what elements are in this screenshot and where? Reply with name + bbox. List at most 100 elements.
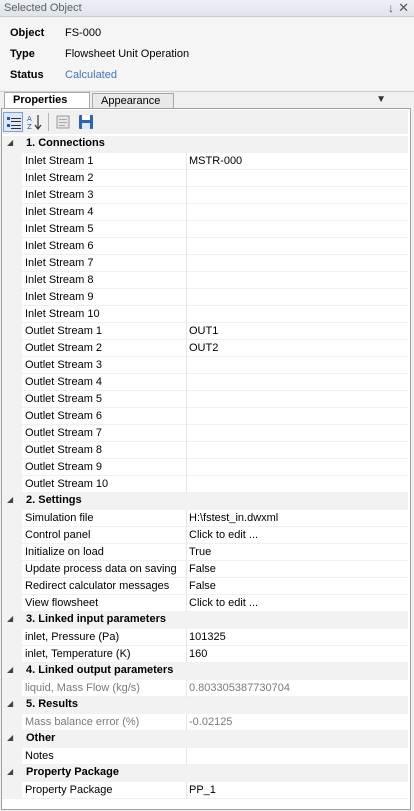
- collapse-icon[interactable]: ◢: [7, 614, 13, 623]
- property-row-inlet-stream-3[interactable]: Inlet Stream 3: [2, 187, 408, 204]
- column-divider[interactable]: [186, 153, 187, 170]
- column-divider[interactable]: [186, 629, 187, 646]
- category-4-linked-output-parameters[interactable]: ◢ 4. Linked output parameters: [2, 663, 408, 680]
- property-row-inlet-stream-5[interactable]: Inlet Stream 5: [2, 221, 408, 238]
- property-row-inlet-stream-2[interactable]: Inlet Stream 2: [2, 170, 408, 187]
- collapse-icon[interactable]: ◢: [7, 733, 13, 742]
- column-divider[interactable]: [186, 748, 187, 765]
- alphabetical-button[interactable]: A Z: [25, 112, 45, 132]
- column-divider[interactable]: [186, 425, 187, 442]
- property-row-outlet-stream-6[interactable]: Outlet Stream 6: [2, 408, 408, 425]
- property-row-outlet-stream-8[interactable]: Outlet Stream 8: [2, 442, 408, 459]
- property-row-mass-balance-error[interactable]: Mass balance error (%) -0.02125: [2, 714, 408, 731]
- property-row-outlet-stream-7[interactable]: Outlet Stream 7: [2, 425, 408, 442]
- property-row-update-process-data-on-saving[interactable]: Update process data on saving False: [2, 561, 408, 578]
- column-divider[interactable]: [186, 170, 187, 187]
- property-value[interactable]: PP_1: [189, 784, 404, 796]
- column-divider[interactable]: [186, 476, 187, 493]
- column-divider[interactable]: [186, 340, 187, 357]
- property-value[interactable]: MSTR-000: [189, 155, 404, 167]
- property-row-redirect-calculator-messages[interactable]: Redirect calculator messages False: [2, 578, 408, 595]
- property-row-outlet-stream-4[interactable]: Outlet Stream 4: [2, 374, 408, 391]
- save-button[interactable]: [76, 112, 96, 132]
- column-divider[interactable]: [186, 391, 187, 408]
- column-divider[interactable]: [186, 510, 187, 527]
- property-value[interactable]: OUT2: [189, 342, 404, 354]
- column-divider[interactable]: [186, 578, 187, 595]
- column-divider[interactable]: [186, 442, 187, 459]
- property-row-outlet-stream-3[interactable]: Outlet Stream 3: [2, 357, 408, 374]
- column-divider[interactable]: [186, 272, 187, 289]
- collapse-icon[interactable]: ◢: [7, 665, 13, 674]
- column-divider[interactable]: [186, 561, 187, 578]
- row-gutter: [2, 323, 22, 340]
- tab-menu-icon[interactable]: ▼: [376, 94, 386, 105]
- property-row-property-package[interactable]: Property Package PP_1: [2, 782, 408, 799]
- property-row-notes[interactable]: Notes: [2, 748, 408, 765]
- collapse-icon[interactable]: ◢: [7, 767, 13, 776]
- column-divider[interactable]: [186, 323, 187, 340]
- tab-appearance[interactable]: Appearance: [92, 93, 174, 109]
- property-value[interactable]: False: [189, 563, 404, 575]
- category-2-settings[interactable]: ◢ 2. Settings: [2, 493, 408, 510]
- property-value[interactable]: Click to edit ...: [189, 597, 404, 609]
- property-value[interactable]: 160: [189, 648, 404, 660]
- column-divider[interactable]: [186, 408, 187, 425]
- property-row-inlet-stream-8[interactable]: Inlet Stream 8: [2, 272, 408, 289]
- property-row-inlet-temperature-k[interactable]: inlet, Temperature (K) 160: [2, 646, 408, 663]
- property-pages-button[interactable]: [53, 112, 73, 132]
- property-value[interactable]: OUT1: [189, 325, 404, 337]
- collapse-icon[interactable]: ◢: [7, 495, 13, 504]
- category-property-package[interactable]: ◢ Property Package: [2, 765, 408, 782]
- property-name: Outlet Stream 9: [25, 461, 103, 473]
- column-divider[interactable]: [186, 714, 187, 731]
- property-row-outlet-stream-5[interactable]: Outlet Stream 5: [2, 391, 408, 408]
- column-divider[interactable]: [186, 255, 187, 272]
- column-divider[interactable]: [186, 374, 187, 391]
- property-row-outlet-stream-2[interactable]: Outlet Stream 2 OUT2: [2, 340, 408, 357]
- column-divider[interactable]: [186, 544, 187, 561]
- property-row-liquid-mass-flow-kg-s[interactable]: liquid, Mass Flow (kg/s) 0.80330538773070…: [2, 680, 408, 697]
- property-value[interactable]: Click to edit ...: [189, 529, 404, 541]
- property-row-inlet-stream-10[interactable]: Inlet Stream 10: [2, 306, 408, 323]
- property-row-inlet-stream-4[interactable]: Inlet Stream 4: [2, 204, 408, 221]
- property-row-inlet-stream-9[interactable]: Inlet Stream 9: [2, 289, 408, 306]
- close-icon[interactable]: ✕: [398, 0, 409, 16]
- property-row-inlet-stream-7[interactable]: Inlet Stream 7: [2, 255, 408, 272]
- property-row-outlet-stream-10[interactable]: Outlet Stream 10: [2, 476, 408, 493]
- column-divider[interactable]: [186, 221, 187, 238]
- column-divider[interactable]: [186, 306, 187, 323]
- property-row-control-panel[interactable]: Control panel Click to edit ...: [2, 527, 408, 544]
- column-divider[interactable]: [186, 646, 187, 663]
- column-divider[interactable]: [186, 680, 187, 697]
- property-row-initialize-on-load[interactable]: Initialize on load True: [2, 544, 408, 561]
- property-row-outlet-stream-1[interactable]: Outlet Stream 1 OUT1: [2, 323, 408, 340]
- category-3-linked-input-parameters[interactable]: ◢ 3. Linked input parameters: [2, 612, 408, 629]
- property-row-inlet-stream-6[interactable]: Inlet Stream 6: [2, 238, 408, 255]
- pin-icon[interactable]: ↓: [388, 1, 394, 15]
- property-value[interactable]: True: [189, 546, 404, 558]
- property-value[interactable]: False: [189, 580, 404, 592]
- column-divider[interactable]: [186, 238, 187, 255]
- property-value[interactable]: H:\fstest_in.dwxml: [189, 512, 404, 524]
- property-row-inlet-stream-1[interactable]: Inlet Stream 1 MSTR-000: [2, 153, 408, 170]
- column-divider[interactable]: [186, 289, 187, 306]
- column-divider[interactable]: [186, 595, 187, 612]
- property-row-view-flowsheet[interactable]: View flowsheet Click to edit ...: [2, 595, 408, 612]
- property-row-inlet-pressure-pa[interactable]: inlet, Pressure (Pa) 101325: [2, 629, 408, 646]
- category-5-results[interactable]: ◢ 5. Results: [2, 697, 408, 714]
- collapse-icon[interactable]: ◢: [7, 138, 13, 147]
- column-divider[interactable]: [186, 527, 187, 544]
- property-row-outlet-stream-9[interactable]: Outlet Stream 9: [2, 459, 408, 476]
- property-value[interactable]: 101325: [189, 631, 404, 643]
- column-divider[interactable]: [186, 782, 187, 799]
- property-row-simulation-file[interactable]: Simulation file H:\fstest_in.dwxml: [2, 510, 408, 527]
- column-divider[interactable]: [186, 187, 187, 204]
- categorized-button[interactable]: [3, 112, 23, 132]
- collapse-icon[interactable]: ◢: [7, 699, 13, 708]
- category-1-connections[interactable]: ◢ 1. Connections: [2, 136, 408, 153]
- category-other[interactable]: ◢ Other: [2, 731, 408, 748]
- column-divider[interactable]: [186, 459, 187, 476]
- column-divider[interactable]: [186, 204, 187, 221]
- column-divider[interactable]: [186, 357, 187, 374]
